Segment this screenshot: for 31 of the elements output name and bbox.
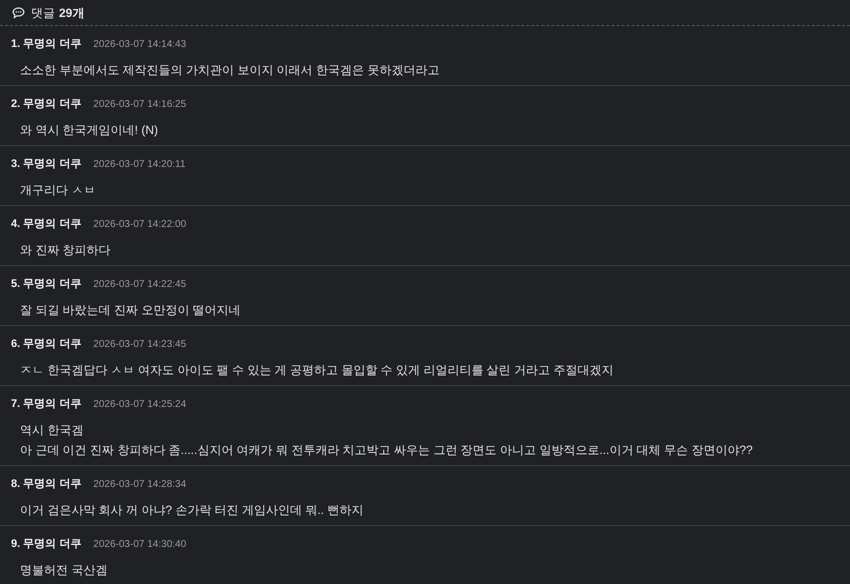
- comment-text: 잘 되길 바랐는데 진짜 오만정이 떨어지네: [20, 302, 242, 319]
- comment-text: 명불허전 국산겜: [20, 562, 108, 579]
- comment-time: 2026-03-07 14:16:25: [93, 98, 186, 112]
- comment-author: 9. 무명의 더쿠: [11, 536, 82, 552]
- comment-count-label: 댓글: [31, 4, 55, 22]
- comment-text: ㅈㄴ 한국겜답다 ㅅㅂ 여자도 아이도 팰 수 있는 게 공평하고 몰입할 수 있게 리얼리티를 살린 거라고 주절대겠지: [20, 362, 614, 379]
- comment-time: 2026-03-07 14:14:43: [93, 38, 186, 52]
- speech-bubble-icon: [12, 6, 25, 18]
- comment-count: 29개: [59, 4, 84, 22]
- comment-text: 이거 검은사막 회사 꺼 아냐? 손가락 터진 게임사인데 뭐.. 뻔하지: [20, 502, 364, 519]
- comment-author: 1. 무명의 더쿠: [11, 36, 82, 52]
- comment-time: 2026-03-07 14:20:11: [93, 158, 186, 172]
- comment-time: 2026-03-07 14:28:34: [93, 478, 186, 492]
- comment-time: 2026-03-07 14:22:45: [93, 278, 186, 292]
- comment-time: 2026-03-07 14:30:40: [93, 538, 186, 552]
- comment-text: 소소한 부분에서도 제작진들의 가치관이 보이지 이래서 한국겜은 못하겠더라고: [20, 62, 440, 79]
- comment-time: 2026-03-07 14:22:00: [93, 218, 186, 232]
- comment-author: 4. 무명의 더쿠: [11, 216, 82, 232]
- comment-author: 8. 무명의 더쿠: [11, 476, 82, 492]
- comment-text: 아 근데 이건 진짜 창피하다 좀.....심지어 여캐가 뭐 전투캐라 치고박고 싸우는 그런 장면도 아니고 일방적으로...이거 대체 무슨 장면이야??: [20, 442, 754, 459]
- comment-text: 개구리다 ㅅㅂ: [20, 182, 96, 199]
- comment-author: 5. 무명의 더쿠: [11, 276, 82, 292]
- comment-author: 7. 무명의 더쿠: [11, 396, 82, 412]
- comment-time: 2026-03-07 14:25:24: [93, 398, 186, 412]
- comment-text: 와 진짜 창피하다: [20, 242, 112, 259]
- comment-author: 2. 무명의 더쿠: [11, 96, 82, 112]
- comment-text: 역시 한국겜: [20, 422, 84, 439]
- comment-time: 2026-03-07 14:23:45: [93, 338, 186, 352]
- comment-author: 6. 무명의 더쿠: [11, 336, 82, 352]
- comment-author: 3. 무명의 더쿠: [11, 156, 82, 172]
- comment-text: 와 역시 한국게임이네! (N): [20, 122, 159, 139]
